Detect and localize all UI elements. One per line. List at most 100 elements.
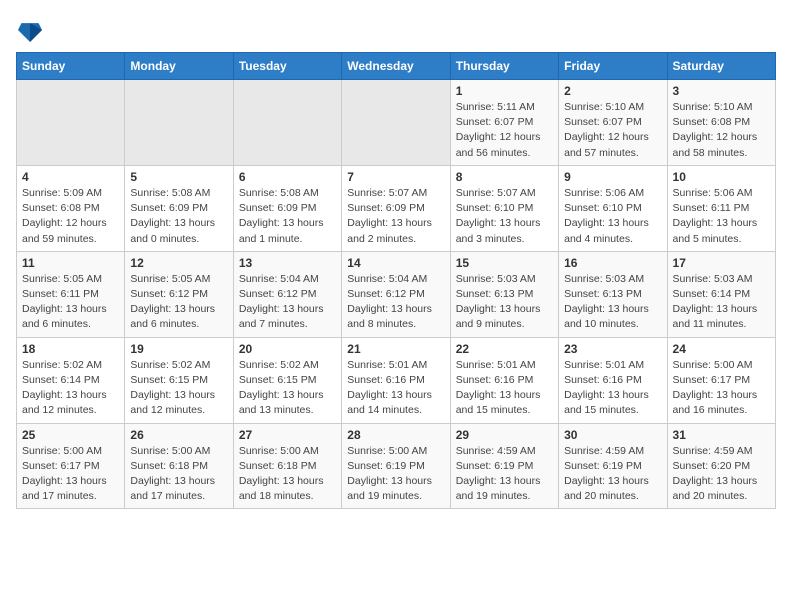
- page-header: [16, 16, 776, 44]
- weekday-header-row: SundayMondayTuesdayWednesdayThursdayFrid…: [17, 53, 776, 80]
- day-number: 23: [564, 342, 661, 356]
- calendar-cell: 11Sunrise: 5:05 AMSunset: 6:11 PMDayligh…: [17, 251, 125, 337]
- calendar-cell: 10 Sunrise: 5:06 AMSunset: 6:11 PMDayligh…: [667, 165, 775, 251]
- day-info: Sunrise: 5:03 AMSunset: 6:14 PMDaylight:…: [673, 272, 770, 333]
- day-info: Sunrise: 5:11 AMSunset: 6:07 PMDaylight:…: [456, 100, 553, 161]
- day-number: 17: [673, 256, 770, 270]
- day-info: Sunrise: 5:04 AMSunset: 6:12 PMDaylight:…: [239, 272, 336, 333]
- day-number: 4: [22, 170, 119, 184]
- calendar-cell: 31 Sunrise: 4:59 AMSunset: 6:20 PMDayligh…: [667, 423, 775, 509]
- calendar-cell: 17 Sunrise: 5:03 AMSunset: 6:14 PMDayligh…: [667, 251, 775, 337]
- calendar-header: SundayMondayTuesdayWednesdayThursdayFrid…: [17, 53, 776, 80]
- day-number: 16: [564, 256, 661, 270]
- calendar-cell: 18 Sunrise: 5:02 AMSunset: 6:14 PMDayligh…: [17, 337, 125, 423]
- day-info: Sunrise: 5:07 AMSunset: 6:09 PMDaylight:…: [347, 186, 444, 247]
- calendar-table: SundayMondayTuesdayWednesdayThursdayFrid…: [16, 52, 776, 509]
- calendar-cell: 4 Sunrise: 5:09 AMSunset: 6:08 PMDaylight…: [17, 165, 125, 251]
- day-info: Sunrise: 5:02 AMSunset: 6:15 PMDaylight:…: [130, 358, 227, 419]
- day-info: Sunrise: 5:10 AMSunset: 6:07 PMDaylight:…: [564, 100, 661, 161]
- calendar-cell: 13 Sunrise: 5:04 AMSunset: 6:12 PMDayligh…: [233, 251, 341, 337]
- day-number: 31: [673, 428, 770, 442]
- calendar-week-2: 4 Sunrise: 5:09 AMSunset: 6:08 PMDaylight…: [17, 165, 776, 251]
- day-number: 14: [347, 256, 444, 270]
- calendar-cell: 2 Sunrise: 5:10 AMSunset: 6:07 PMDaylight…: [559, 80, 667, 166]
- day-number: 9: [564, 170, 661, 184]
- day-info: Sunrise: 5:00 AMSunset: 6:18 PMDaylight:…: [239, 444, 336, 505]
- day-number: 26: [130, 428, 227, 442]
- calendar-cell: 8 Sunrise: 5:07 AMSunset: 6:10 PMDaylight…: [450, 165, 558, 251]
- day-number: 24: [673, 342, 770, 356]
- day-info: Sunrise: 5:06 AMSunset: 6:10 PMDaylight:…: [564, 186, 661, 247]
- day-number: 19: [130, 342, 227, 356]
- day-number: 12: [130, 256, 227, 270]
- day-number: 28: [347, 428, 444, 442]
- day-number: 18: [22, 342, 119, 356]
- calendar-cell: 9 Sunrise: 5:06 AMSunset: 6:10 PMDaylight…: [559, 165, 667, 251]
- day-number: 7: [347, 170, 444, 184]
- calendar-cell: 7 Sunrise: 5:07 AMSunset: 6:09 PMDaylight…: [342, 165, 450, 251]
- day-info: Sunrise: 5:09 AMSunset: 6:08 PMDaylight:…: [22, 186, 119, 247]
- calendar-cell: 24Sunrise: 5:00 AMSunset: 6:17 PMDayligh…: [667, 337, 775, 423]
- day-info: Sunrise: 5:08 AMSunset: 6:09 PMDaylight:…: [130, 186, 227, 247]
- day-number: 22: [456, 342, 553, 356]
- calendar-cell: 3Sunrise: 5:10 AMSunset: 6:08 PMDaylight…: [667, 80, 775, 166]
- day-info: Sunrise: 5:01 AMSunset: 6:16 PMDaylight:…: [564, 358, 661, 419]
- day-number: 6: [239, 170, 336, 184]
- calendar-cell: 26 Sunrise: 5:00 AMSunset: 6:18 PMDayligh…: [125, 423, 233, 509]
- day-info: Sunrise: 5:02 AMSunset: 6:14 PMDaylight:…: [22, 358, 119, 419]
- weekday-header-thursday: Thursday: [450, 53, 558, 80]
- logo: [16, 16, 46, 44]
- day-info: Sunrise: 5:08 AMSunset: 6:09 PMDaylight:…: [239, 186, 336, 247]
- day-number: 20: [239, 342, 336, 356]
- calendar-cell: 1 Sunrise: 5:11 AMSunset: 6:07 PMDaylight…: [450, 80, 558, 166]
- day-info: Sunrise: 5:04 AMSunset: 6:12 PMDaylight:…: [347, 272, 444, 333]
- calendar-cell: 20 Sunrise: 5:02 AMSunset: 6:15 PMDayligh…: [233, 337, 341, 423]
- day-number: 29: [456, 428, 553, 442]
- day-number: 27: [239, 428, 336, 442]
- weekday-header-monday: Monday: [125, 53, 233, 80]
- day-number: 11: [22, 256, 119, 270]
- calendar-cell: 6 Sunrise: 5:08 AMSunset: 6:09 PMDaylight…: [233, 165, 341, 251]
- day-info: Sunrise: 5:02 AMSunset: 6:15 PMDaylight:…: [239, 358, 336, 419]
- weekday-header-saturday: Saturday: [667, 53, 775, 80]
- calendar-cell: 14 Sunrise: 5:04 AMSunset: 6:12 PMDayligh…: [342, 251, 450, 337]
- calendar-cell: 5Sunrise: 5:08 AMSunset: 6:09 PMDaylight…: [125, 165, 233, 251]
- day-info: Sunrise: 5:03 AMSunset: 6:13 PMDaylight:…: [564, 272, 661, 333]
- day-number: 8: [456, 170, 553, 184]
- calendar-cell: 27 Sunrise: 5:00 AMSunset: 6:18 PMDayligh…: [233, 423, 341, 509]
- calendar-cell: 22Sunrise: 5:01 AMSunset: 6:16 PMDayligh…: [450, 337, 558, 423]
- weekday-header-wednesday: Wednesday: [342, 53, 450, 80]
- day-info: Sunrise: 5:00 AMSunset: 6:19 PMDaylight:…: [347, 444, 444, 505]
- day-info: Sunrise: 4:59 AMSunset: 6:20 PMDaylight:…: [673, 444, 770, 505]
- calendar-cell: [342, 80, 450, 166]
- calendar-week-5: 25Sunrise: 5:00 AMSunset: 6:17 PMDayligh…: [17, 423, 776, 509]
- calendar-cell: 29 Sunrise: 4:59 AMSunset: 6:19 PMDayligh…: [450, 423, 558, 509]
- day-info: Sunrise: 5:05 AMSunset: 6:12 PMDaylight:…: [130, 272, 227, 333]
- day-number: 15: [456, 256, 553, 270]
- weekday-header-friday: Friday: [559, 53, 667, 80]
- calendar-cell: 25Sunrise: 5:00 AMSunset: 6:17 PMDayligh…: [17, 423, 125, 509]
- day-info: Sunrise: 4:59 AMSunset: 6:19 PMDaylight:…: [456, 444, 553, 505]
- day-info: Sunrise: 5:06 AMSunset: 6:11 PMDaylight:…: [673, 186, 770, 247]
- calendar-week-1: 1 Sunrise: 5:11 AMSunset: 6:07 PMDaylight…: [17, 80, 776, 166]
- day-number: 1: [456, 84, 553, 98]
- calendar-body: 1 Sunrise: 5:11 AMSunset: 6:07 PMDaylight…: [17, 80, 776, 509]
- calendar-week-4: 18 Sunrise: 5:02 AMSunset: 6:14 PMDayligh…: [17, 337, 776, 423]
- day-info: Sunrise: 5:01 AMSunset: 6:16 PMDaylight:…: [347, 358, 444, 419]
- day-number: 2: [564, 84, 661, 98]
- weekday-header-tuesday: Tuesday: [233, 53, 341, 80]
- day-info: Sunrise: 4:59 AMSunset: 6:19 PMDaylight:…: [564, 444, 661, 505]
- calendar-cell: 12 Sunrise: 5:05 AMSunset: 6:12 PMDayligh…: [125, 251, 233, 337]
- calendar-cell: [125, 80, 233, 166]
- calendar-cell: 21 Sunrise: 5:01 AMSunset: 6:16 PMDayligh…: [342, 337, 450, 423]
- day-number: 25: [22, 428, 119, 442]
- logo-icon: [18, 16, 42, 44]
- day-number: 21: [347, 342, 444, 356]
- day-info: Sunrise: 5:00 AMSunset: 6:18 PMDaylight:…: [130, 444, 227, 505]
- day-number: 10: [673, 170, 770, 184]
- calendar-cell: 30Sunrise: 4:59 AMSunset: 6:19 PMDayligh…: [559, 423, 667, 509]
- day-number: 13: [239, 256, 336, 270]
- day-number: 3: [673, 84, 770, 98]
- calendar-cell: 23 Sunrise: 5:01 AMSunset: 6:16 PMDayligh…: [559, 337, 667, 423]
- day-info: Sunrise: 5:07 AMSunset: 6:10 PMDaylight:…: [456, 186, 553, 247]
